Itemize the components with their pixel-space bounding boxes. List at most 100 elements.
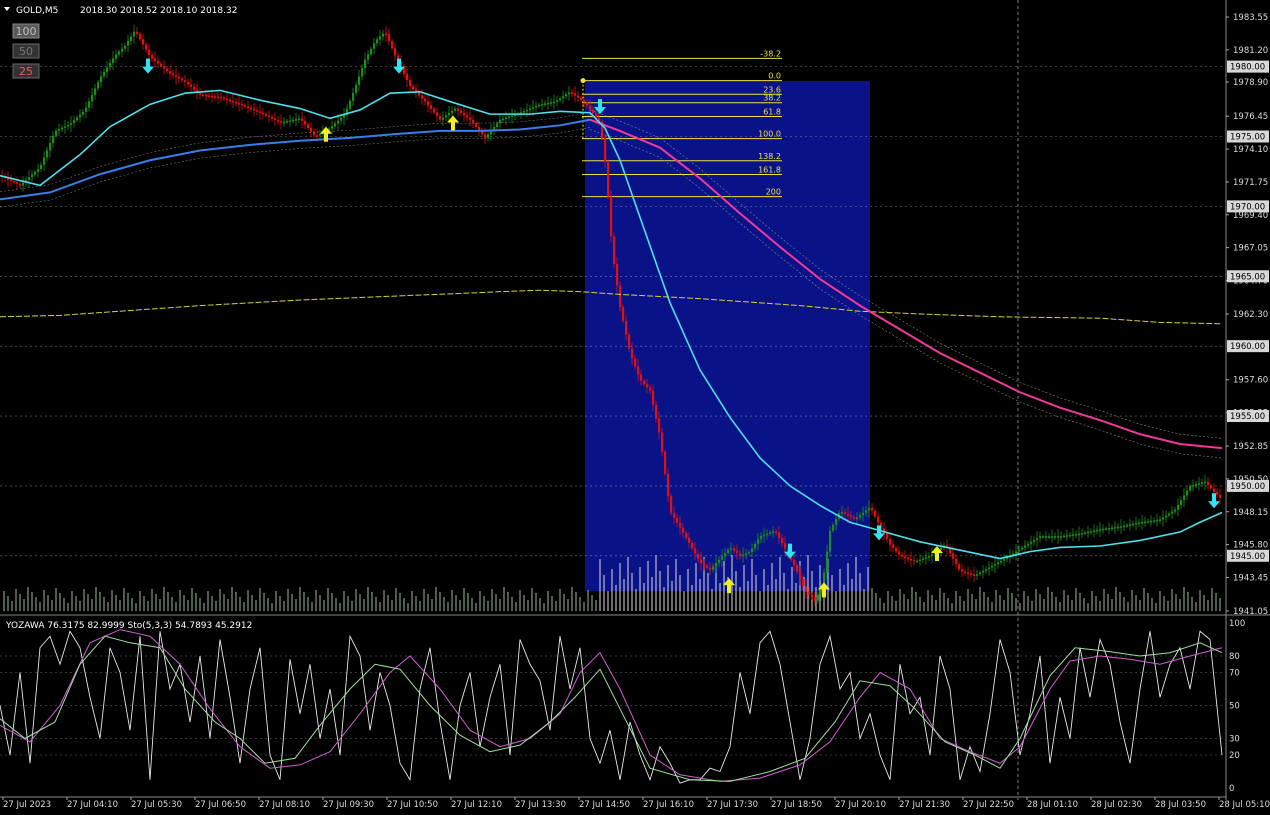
bull-candle	[1039, 536, 1042, 539]
bull-candle	[1192, 485, 1195, 487]
bear-candle	[853, 517, 856, 519]
bull-candle	[1141, 521, 1144, 524]
bear-candle	[646, 384, 649, 388]
bull-candle	[1015, 551, 1018, 554]
bull-candle	[745, 553, 748, 555]
bear-candle	[409, 80, 412, 87]
bull-candle	[1195, 484, 1198, 486]
bull-candle	[1000, 560, 1003, 563]
bull-candle	[916, 560, 919, 563]
time-tick-label: 28 Jul 02:30	[1091, 800, 1142, 810]
bull-candle	[565, 94, 568, 97]
fib-level-label: 100.0	[758, 130, 781, 139]
fib-level-label: 138.2	[758, 152, 781, 161]
bull-candle	[28, 177, 31, 180]
time-tick-label: 27 Jul 04:10	[67, 800, 118, 810]
bull-candle	[487, 134, 490, 138]
bear-candle	[688, 537, 691, 543]
bear-candle	[202, 94, 205, 97]
bear-candle	[220, 97, 223, 99]
bear-candle	[886, 533, 889, 540]
price-level-tag-label: 1955.00	[1230, 412, 1265, 422]
bear-candle	[811, 594, 814, 598]
bear-candle	[403, 67, 406, 74]
bull-candle	[754, 543, 757, 549]
bull-candle	[22, 182, 25, 186]
bull-candle	[1084, 532, 1087, 534]
bull-candle	[115, 54, 118, 59]
bull-candle	[1093, 530, 1096, 532]
bear-candle	[577, 95, 580, 98]
chart-header: GOLD,M5 2018.30 2018.52 2018.10 2018.32	[4, 6, 237, 16]
trading-chart[interactable]: -38.2 0.0 23.6 38.2 61.8 100.0 138.2 161.8 200 1…	[0, 0, 1270, 812]
bear-candle	[277, 120, 280, 122]
bull-candle	[1123, 525, 1126, 528]
bear-candle	[898, 551, 901, 555]
bear-candle	[460, 110, 463, 114]
bull-candle	[928, 556, 931, 558]
bull-candle	[856, 517, 859, 520]
bull-candle	[1105, 528, 1108, 530]
bear-candle	[466, 115, 469, 118]
bull-candle	[349, 100, 352, 109]
bear-candle	[226, 98, 229, 101]
fib-anchor-point[interactable]	[580, 78, 586, 84]
bull-candle	[922, 558, 925, 560]
bear-candle	[205, 94, 208, 97]
bull-candle	[1174, 509, 1177, 512]
bear-candle	[1210, 485, 1213, 489]
bull-candle	[1168, 513, 1171, 516]
bear-candle	[406, 73, 409, 81]
price-tick-label: 1981.20	[1233, 46, 1268, 56]
highlight-rectangle[interactable]	[585, 81, 870, 591]
bear-candle	[628, 334, 631, 349]
bear-candle	[607, 162, 610, 197]
bear-candle	[241, 104, 244, 106]
bull-candle	[766, 533, 769, 536]
bull-candle	[1081, 533, 1084, 535]
chart-canvas[interactable]: -38.20.023.638.261.8100.0138.2161.8200 1…	[0, 0, 1270, 812]
bull-candle	[1090, 531, 1093, 533]
bear-candle	[973, 574, 976, 576]
indicator-tick-label: 70	[1229, 669, 1240, 679]
bear-candle	[247, 106, 250, 108]
bull-candle	[751, 548, 754, 553]
bear-candle	[463, 113, 466, 116]
bear-candle	[709, 567, 712, 570]
bull-candle	[1183, 495, 1186, 501]
bull-candle	[376, 39, 379, 44]
bear-candle	[187, 81, 190, 85]
bear-candle	[676, 517, 679, 523]
bull-candle	[61, 127, 64, 130]
bear-candle	[631, 348, 634, 359]
bear-candle	[736, 550, 739, 554]
bear-candle	[136, 31, 139, 34]
bull-candle	[568, 92, 571, 95]
time-tick-label: 27 Jul 06:50	[195, 800, 246, 810]
bull-candle	[31, 174, 34, 178]
time-tick-label: 28 Jul 03:50	[1155, 800, 1206, 810]
bull-candle	[1147, 521, 1150, 523]
bear-candle	[13, 181, 16, 183]
bull-candle	[40, 164, 43, 170]
bear-candle	[166, 68, 169, 72]
bull-candle	[1054, 536, 1057, 538]
bull-candle	[1099, 529, 1102, 531]
bear-candle	[844, 512, 847, 514]
bear-candle	[178, 76, 181, 79]
bull-candle	[442, 117, 445, 120]
bear-candle	[223, 97, 226, 100]
bear-candle	[142, 39, 145, 45]
bull-candle	[343, 115, 346, 118]
bull-candle	[58, 129, 61, 131]
bull-candle	[994, 564, 997, 566]
bear-candle	[895, 547, 898, 552]
bear-candle	[259, 111, 262, 113]
bear-candle	[271, 117, 274, 119]
fib-level-label: 61.8	[763, 107, 781, 116]
bull-candle	[1057, 536, 1060, 538]
bear-candle	[430, 105, 433, 109]
price-tick-label: 1962.30	[1233, 310, 1268, 320]
bear-candle	[235, 101, 238, 104]
bull-candle	[835, 518, 838, 525]
